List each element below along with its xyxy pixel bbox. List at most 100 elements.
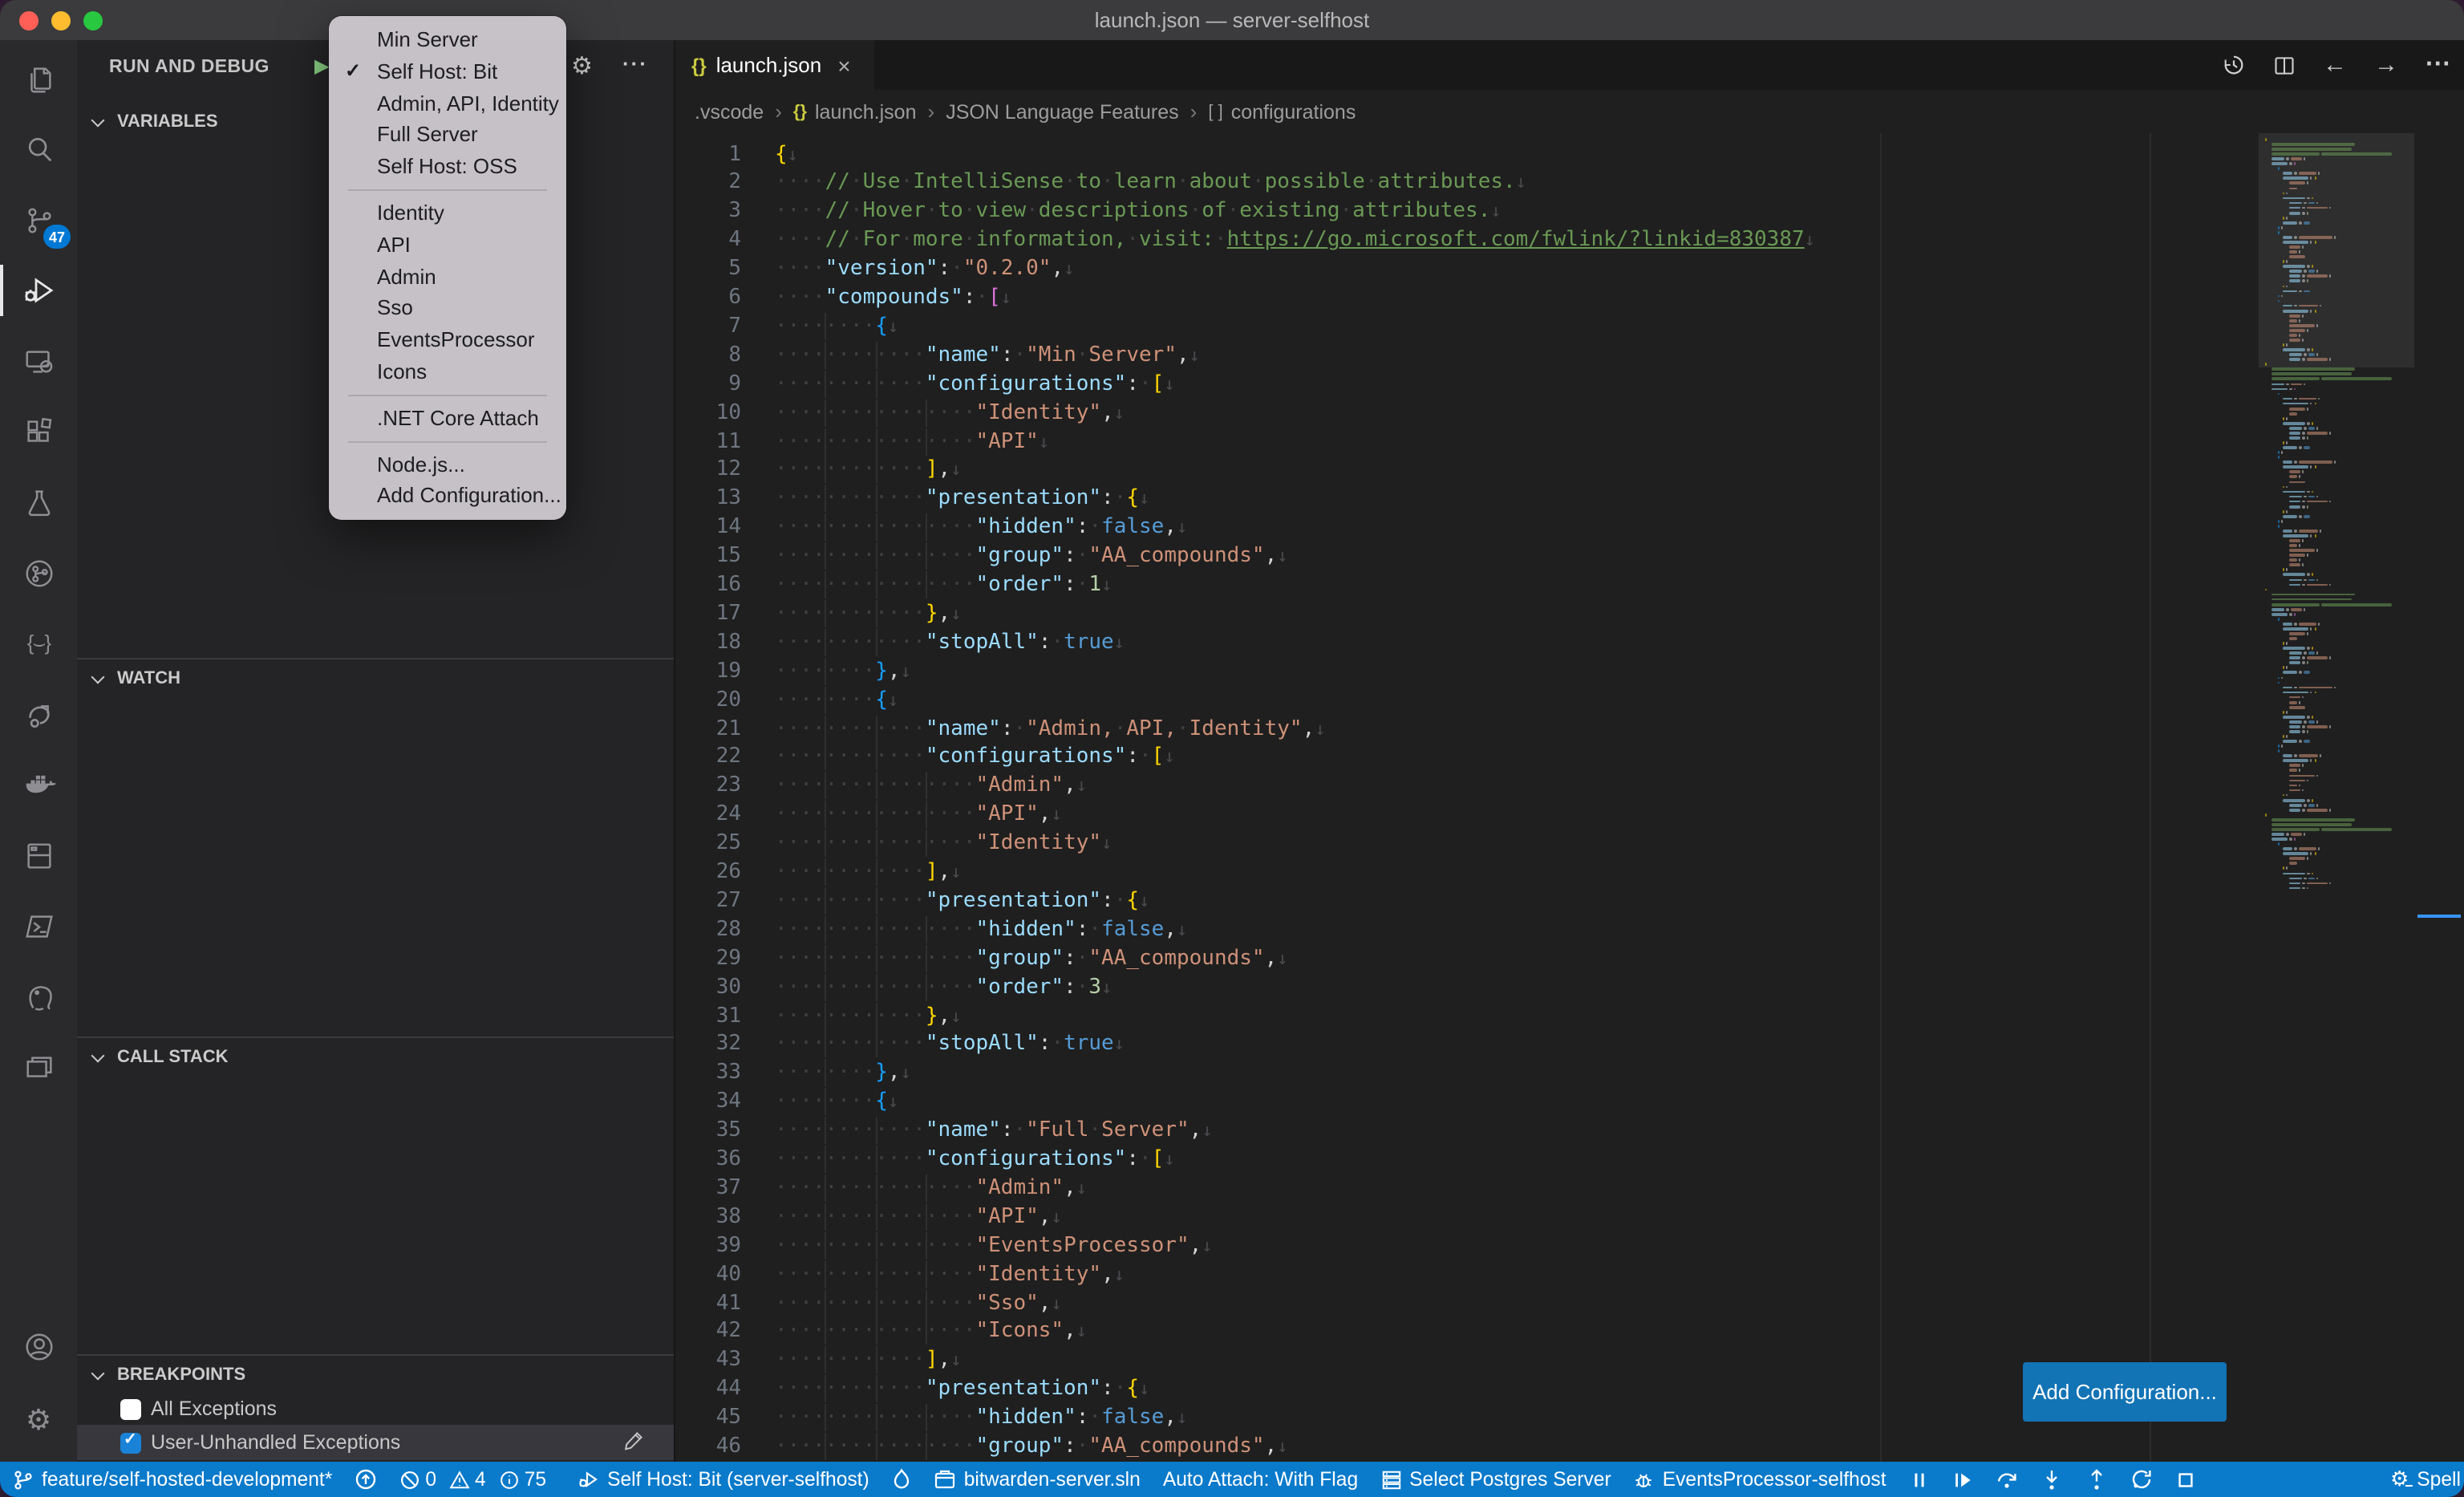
add-configuration-button[interactable]: Add Configuration... (2023, 1362, 2227, 1422)
activity-bar-remote-explorer-icon[interactable] (0, 326, 77, 396)
status-item-eventsprocessor-selfhost[interactable]: EventsProcessor-selfhost (1634, 1468, 1886, 1491)
gear-icon[interactable]: ⚙ (571, 51, 593, 80)
menu-item-eventsprocessor[interactable]: EventsProcessor (329, 324, 566, 356)
code-line[interactable]: 8············"name":·"Min·Server",↓ (675, 342, 2259, 371)
minimap[interactable] (2259, 133, 2414, 1462)
code-line[interactable]: 5····"version":·"0.2.0",↓ (675, 255, 2259, 284)
code-line[interactable]: 40················"Identity",↓ (675, 1260, 2259, 1289)
code-line[interactable]: 32············"stopAll":·true↓ (675, 1031, 2259, 1060)
menu-item-sso[interactable]: Sso (329, 293, 566, 325)
tab-launch-json[interactable]: {} launch.json × (675, 40, 874, 90)
code-line[interactable]: 45················"hidden":·false,↓ (675, 1404, 2259, 1433)
code-editor[interactable]: 1{↓2····//·Use·IntelliSense·to·learn·abo… (675, 133, 2259, 1462)
activity-bar-sql-drawer-icon[interactable] (0, 820, 77, 890)
activity-bar-postgres-icon[interactable] (0, 961, 77, 1032)
code-line[interactable]: 20········{↓ (675, 686, 2259, 715)
code-line[interactable]: 27············"presentation":·{↓ (675, 887, 2259, 916)
code-line[interactable]: 2····//·Use·IntelliSense·to·learn·about·… (675, 169, 2259, 198)
status-item-debug-step-into-icon[interactable] (2040, 1468, 2063, 1491)
status-item-auto-attach-with-flag[interactable]: Auto Attach: With Flag (1163, 1468, 1358, 1491)
more-actions-icon[interactable]: ··· (622, 51, 648, 75)
status-item-self-host-bit-server-selfhost[interactable]: Self Host: Bit (server-selfhost) (577, 1468, 869, 1491)
code-line[interactable]: 26············],↓ (675, 858, 2259, 887)
code-line[interactable]: 11················"API"↓ (675, 428, 2259, 456)
activity-bar-docker-icon[interactable] (0, 749, 77, 820)
activity-bar-account-icon[interactable] (0, 1311, 77, 1381)
code-line[interactable]: 3····//·Hover·to·view·descriptions·of·ex… (675, 198, 2259, 227)
code-line[interactable]: 37················"Admin",↓ (675, 1174, 2259, 1203)
section-watch[interactable]: WATCH (77, 661, 674, 696)
breakpoint-row[interactable]: All Exceptions (77, 1393, 674, 1425)
breadcrumb-item[interactable]: {}launch.json (793, 100, 917, 123)
menu-item-admin-api-identity[interactable]: Admin, API, Identity (329, 87, 566, 120)
code-line[interactable]: 1{↓ (675, 140, 2259, 169)
code-line[interactable]: 39················"EventsProcessor",↓ (675, 1231, 2259, 1260)
code-line[interactable]: 24················"API",↓ (675, 801, 2259, 830)
code-line[interactable]: 29················"group":·"AA_compounds… (675, 944, 2259, 973)
code-line[interactable]: 31············},↓ (675, 1002, 2259, 1031)
menu-item-min-server[interactable]: Min Server (329, 24, 566, 56)
code-line[interactable]: 16················"order":·1↓ (675, 571, 2259, 600)
close-window-button[interactable] (19, 10, 38, 30)
menu-item-self-host-bit[interactable]: ✓Self Host: Bit (329, 56, 566, 88)
activity-bar-extensions-icon[interactable] (0, 396, 77, 467)
code-line[interactable]: 22············"configurations":·[↓ (675, 744, 2259, 773)
code-line[interactable]: 15················"group":·"AA_compounds… (675, 542, 2259, 571)
code-line[interactable]: 6····"compounds":·[↓ (675, 284, 2259, 313)
code-line[interactable]: 4····//·For·more·information,·visit:·htt… (675, 226, 2259, 255)
code-line[interactable]: 35············"name":·"Full·Server",↓ (675, 1117, 2259, 1146)
status-item-feature-self-hosted-development[interactable]: feature/self-hosted-development* (13, 1468, 332, 1491)
breadcrumb-item[interactable]: .vscode (695, 100, 764, 123)
status-item-bitwarden-server-sln[interactable]: bitwarden-server.sln (934, 1468, 1141, 1491)
code-line[interactable]: 44············"presentation":·{↓ (675, 1375, 2259, 1404)
code-line[interactable]: 17············},↓ (675, 600, 2259, 629)
maximize-window-button[interactable] (83, 10, 103, 30)
status-item-flame-icon[interactable] (892, 1468, 911, 1491)
close-icon[interactable]: × (837, 52, 850, 78)
code-line[interactable]: 14················"hidden":·false,↓ (675, 513, 2259, 542)
code-line[interactable]: 43············],↓ (675, 1347, 2259, 1376)
code-line[interactable]: 13············"presentation":·{↓ (675, 485, 2259, 514)
code-line[interactable]: 41················"Sso",↓ (675, 1289, 2259, 1318)
timeline-icon[interactable] (2222, 53, 2246, 77)
status-item-debug-pause-icon[interactable] (1909, 1469, 1930, 1490)
code-line[interactable]: 36············"configurations":·[↓ (675, 1146, 2259, 1174)
status-item-spell-checker[interactable]: ⚙−Spell (2390, 1467, 2461, 1492)
code-line[interactable]: 38················"API",↓ (675, 1203, 2259, 1232)
code-line[interactable]: 34········{↓ (675, 1088, 2259, 1117)
code-line[interactable]: 25················"Identity"↓ (675, 830, 2259, 858)
menu-item-full-server[interactable]: Full Server (329, 120, 566, 152)
activity-bar-braces-face-icon[interactable]: {⌣} (0, 608, 77, 679)
activity-bar-powershell-icon[interactable] (0, 890, 77, 961)
status-item-debug-step-over-icon[interactable] (1996, 1468, 2018, 1491)
menu-item-self-host-oss[interactable]: Self Host: OSS (329, 151, 566, 183)
code-line[interactable]: 33········},↓ (675, 1060, 2259, 1089)
minimap-slider[interactable] (2259, 133, 2414, 368)
breadcrumb-item[interactable]: JSON Language Features (946, 100, 1178, 123)
menu-item-identity[interactable]: Identity (329, 197, 566, 229)
menu-item-net-core-attach[interactable]: .NET Core Attach (329, 403, 566, 435)
activity-bar-live-share-icon[interactable] (0, 679, 77, 749)
code-line[interactable]: 12············],↓ (675, 456, 2259, 485)
status-problems[interactable]: 0475 (399, 1468, 554, 1491)
activity-bar-search-icon[interactable] (0, 114, 77, 185)
scrollbar[interactable] (2414, 133, 2464, 1462)
menu-item-icons[interactable]: Icons (329, 356, 566, 388)
menu-item-node-js[interactable]: Node.js... (329, 448, 566, 481)
code-line[interactable]: 30················"order":·3↓ (675, 973, 2259, 1002)
navigate-back-icon[interactable]: ← (2323, 51, 2347, 79)
menu-item-api[interactable]: API (329, 229, 566, 262)
activity-bar-source-control-icon[interactable]: 47 (0, 185, 77, 255)
more-actions-icon[interactable]: ··· (2426, 51, 2451, 79)
section-call-stack[interactable]: CALL STACK (77, 1040, 674, 1075)
menu-item-admin[interactable]: Admin (329, 261, 566, 293)
menu-item-add-configuration[interactable]: Add Configuration... (329, 481, 566, 513)
code-line[interactable]: 9············"configurations":·[↓ (675, 370, 2259, 399)
activity-bar-testing-icon[interactable] (0, 467, 77, 538)
code-line[interactable]: 21············"name":·"Admin,·API,·Ident… (675, 715, 2259, 744)
status-item-select-postgres-server[interactable]: Select Postgres Server (1380, 1468, 1611, 1491)
minimize-window-button[interactable] (51, 10, 71, 30)
activity-bar-explorer-icon[interactable] (0, 43, 77, 114)
code-line[interactable]: 42················"Icons",↓ (675, 1318, 2259, 1347)
edit-pencil-icon[interactable] (622, 1430, 645, 1457)
